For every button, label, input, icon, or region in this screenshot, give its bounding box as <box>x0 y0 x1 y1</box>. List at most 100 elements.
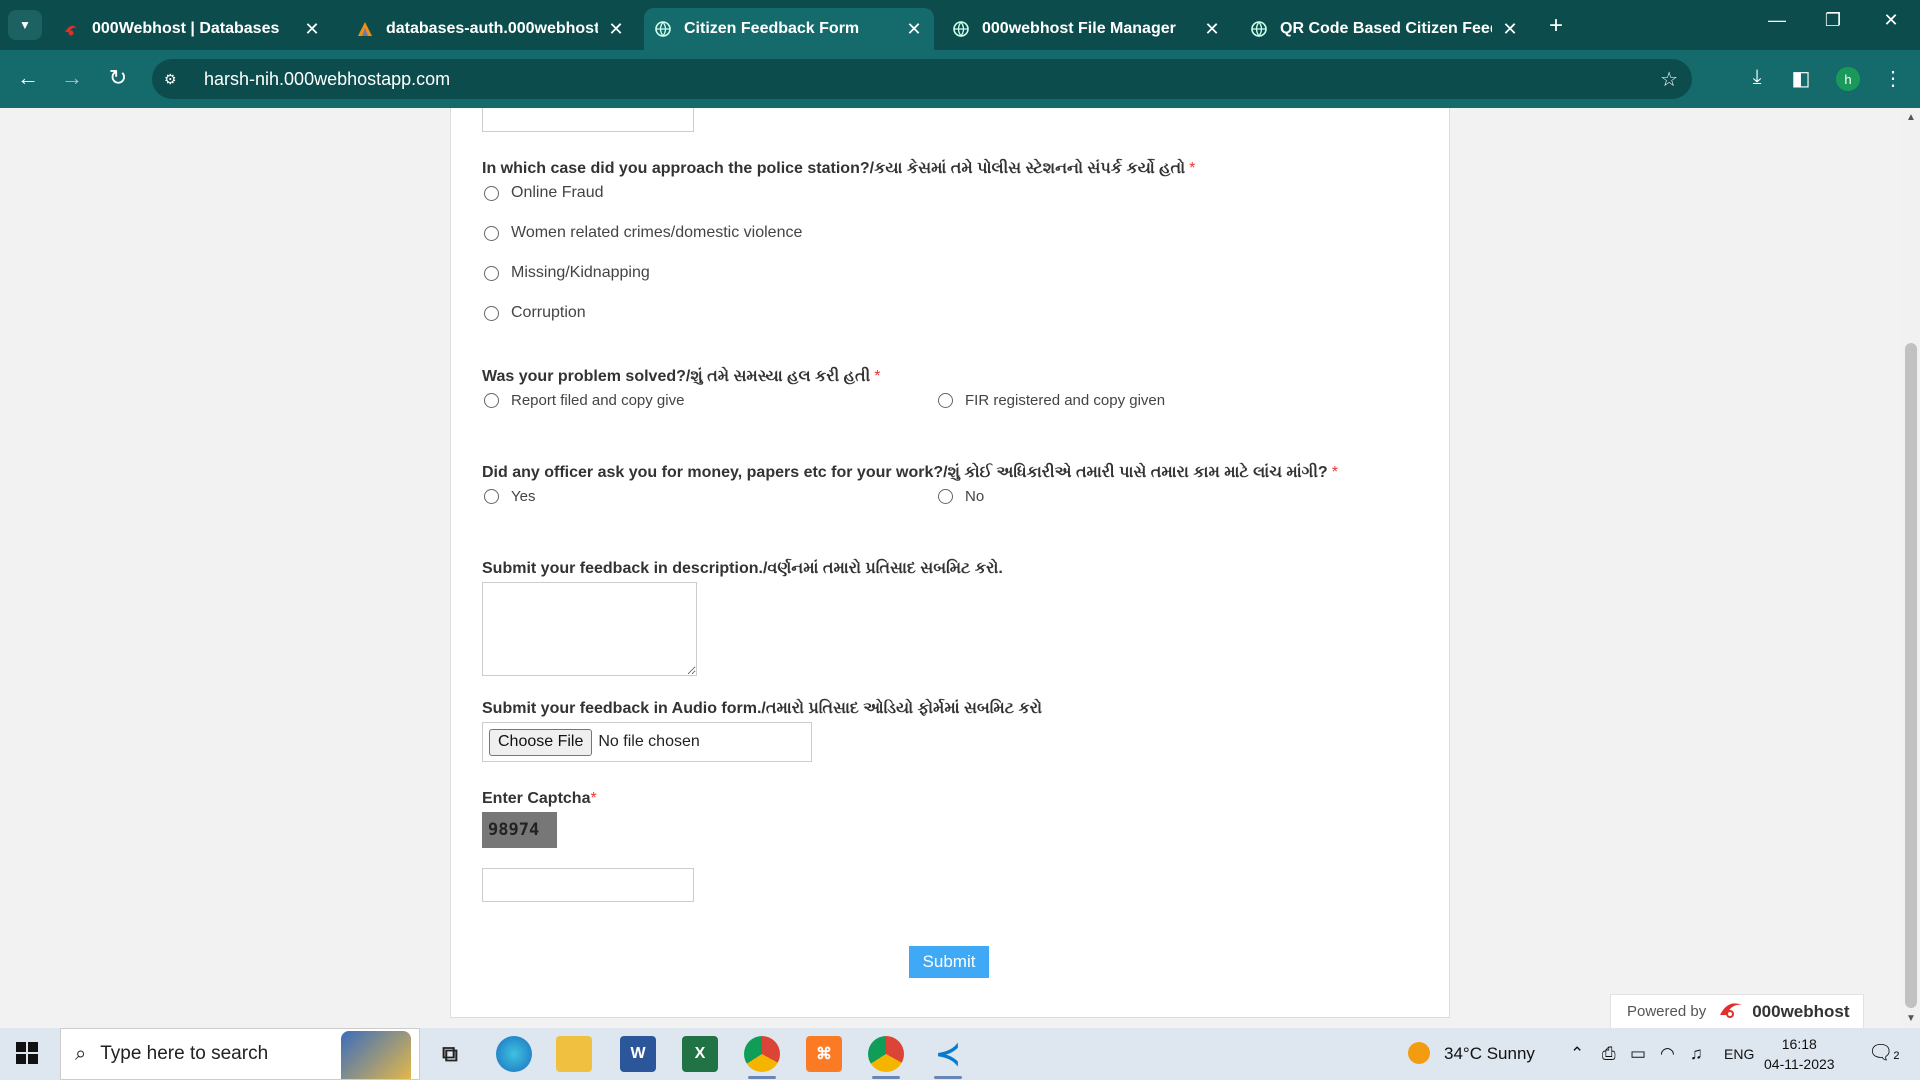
download-icon[interactable]: ⤓ <box>1744 66 1770 89</box>
audio-file-input[interactable]: Choose File No file chosen <box>482 722 812 762</box>
notification-count: 2 <box>1893 1050 1900 1062</box>
radio-circle[interactable] <box>484 225 499 241</box>
radio-report-filed[interactable]: Report filed and copy give <box>484 392 684 409</box>
radio-circle[interactable] <box>938 489 953 504</box>
tab-file-manager[interactable]: 000webhost File Manager ✕ <box>942 8 1232 50</box>
chevron-up-icon[interactable]: ⌃ <box>1570 1044 1584 1064</box>
scroll-thumb[interactable] <box>1905 343 1917 1008</box>
weather-sun-icon[interactable] <box>1408 1042 1430 1064</box>
page-scrollbar[interactable]: ▲ ▼ <box>1902 108 1920 1028</box>
captcha-label: Enter Captcha* <box>482 790 597 808</box>
weather-text[interactable]: 34°C Sunny <box>1444 1044 1535 1064</box>
required-mark: * <box>590 790 597 807</box>
wifi-icon[interactable]: ◠ <box>1660 1044 1675 1064</box>
radio-missing[interactable]: Missing/Kidnapping <box>484 264 650 282</box>
submit-button[interactable]: Submit <box>909 946 989 978</box>
option-label: Missing/Kidnapping <box>511 264 650 281</box>
avatar[interactable]: h <box>1836 67 1860 91</box>
tab-citizen-feedback[interactable]: Citizen Feedback Form ✕ <box>644 8 934 50</box>
vscode-icon[interactable]: ≺ <box>930 1036 966 1079</box>
search-icon: ⌕ <box>75 1042 87 1065</box>
radio-circle[interactable] <box>484 305 499 321</box>
new-tab-button[interactable]: + <box>1544 12 1568 40</box>
forward-icon[interactable]: → <box>58 65 86 91</box>
radio-circle[interactable] <box>484 489 499 504</box>
choose-file-button[interactable]: Choose File <box>489 728 593 756</box>
xampp-icon[interactable]: ⌘ <box>806 1036 842 1072</box>
question-label: Did any officer ask you for money, paper… <box>482 464 1328 481</box>
captcha-image: 98974 <box>482 812 557 848</box>
search-highlight-icon <box>341 1031 411 1079</box>
chrome-icon[interactable] <box>744 1036 780 1079</box>
question-label: Submit your feedback in description./વર્… <box>482 560 1003 577</box>
tab-databases[interactable]: 000Webhost | Databases ✕ <box>52 8 332 50</box>
volume-icon[interactable]: ♫ <box>1690 1044 1703 1064</box>
question-bribe: Did any officer ask you for money, paper… <box>482 464 1338 482</box>
clock[interactable]: 16:18 04-11-2023 <box>1764 1034 1835 1074</box>
address-bar[interactable]: ⚙ harsh-nih.000webhostapp.com ☆ <box>152 59 1692 99</box>
edge-icon[interactable] <box>496 1036 532 1072</box>
radio-circle[interactable] <box>484 393 499 408</box>
tab-search-button[interactable]: ▼ <box>8 10 42 40</box>
webhost-logo-icon <box>1716 999 1746 1024</box>
file-explorer-icon[interactable] <box>556 1036 592 1072</box>
feedback-textarea[interactable] <box>482 582 697 676</box>
bookmark-star-icon[interactable]: ☆ <box>1660 67 1678 92</box>
site-info-icon[interactable]: ⚙ <box>164 71 184 88</box>
question-audio: Submit your feedback in Audio form./તમાર… <box>482 700 1042 718</box>
tab-title: QR Code Based Citizen Feedba <box>1280 20 1492 37</box>
powered-by-text: Powered by <box>1627 1003 1707 1020</box>
excel-icon[interactable]: X <box>682 1036 718 1072</box>
notifications-icon[interactable]: 🗨2 <box>1868 1040 1900 1065</box>
question-label: Enter Captcha <box>482 790 591 807</box>
option-label: Online Fraud <box>511 184 604 201</box>
radio-circle[interactable] <box>484 265 499 281</box>
clock-date: 04-11-2023 <box>1764 1056 1835 1072</box>
radio-no[interactable]: No <box>938 488 984 505</box>
option-label: FIR registered and copy given <box>965 392 1166 409</box>
globe-icon <box>1250 20 1268 38</box>
language-indicator[interactable]: ENG <box>1724 1046 1754 1062</box>
close-window-icon[interactable]: ✕ <box>1876 10 1906 31</box>
close-icon[interactable]: ✕ <box>1500 19 1520 40</box>
radio-women-crimes[interactable]: Women related crimes/domestic violence <box>484 224 802 242</box>
globe-icon <box>654 20 672 38</box>
windows-start-icon[interactable] <box>16 1042 38 1064</box>
option-label: Yes <box>511 488 536 505</box>
close-icon[interactable]: ✕ <box>302 19 322 40</box>
tab-databases-auth[interactable]: databases-auth.000webhost.co ✕ <box>346 8 636 50</box>
radio-circle[interactable] <box>938 393 953 408</box>
radio-corruption[interactable]: Corruption <box>484 304 586 322</box>
taskbar-search[interactable]: ⌕ Type here to search <box>60 1028 420 1080</box>
minimize-icon[interactable]: — <box>1762 10 1792 31</box>
browser-toolbar: ← → ↻ ⚙ harsh-nih.000webhostapp.com ☆ ⤓ … <box>0 50 1920 108</box>
search-placeholder: Type here to search <box>100 1043 269 1064</box>
radio-online-fraud[interactable]: Online Fraud <box>484 184 604 202</box>
restore-icon[interactable]: ❐ <box>1818 10 1848 31</box>
back-icon[interactable]: ← <box>14 65 42 91</box>
required-mark: * <box>1331 464 1338 481</box>
radio-fir-registered[interactable]: FIR registered and copy given <box>938 392 1165 409</box>
task-view-icon[interactable]: ⧉ <box>432 1036 468 1072</box>
scroll-up-icon[interactable]: ▲ <box>1906 112 1916 123</box>
radio-yes[interactable]: Yes <box>484 488 535 505</box>
word-icon[interactable]: W <box>620 1036 656 1072</box>
close-icon[interactable]: ✕ <box>904 19 924 40</box>
device-icon[interactable]: ⎙ <box>1602 1044 1616 1064</box>
radio-circle[interactable] <box>484 185 499 201</box>
scroll-down-icon[interactable]: ▼ <box>1906 1013 1916 1024</box>
tab-title: 000Webhost | Databases <box>92 20 280 37</box>
page-viewport: In which case did you approach the polic… <box>0 108 1920 1028</box>
powered-by-badge[interactable]: Powered by 000webhost <box>1610 994 1864 1028</box>
battery-icon[interactable]: ▭ <box>1630 1044 1646 1064</box>
url-text[interactable]: harsh-nih.000webhostapp.com <box>204 69 450 90</box>
close-icon[interactable]: ✕ <box>1202 19 1222 40</box>
close-icon[interactable]: ✕ <box>606 19 626 40</box>
previous-text-input[interactable] <box>482 108 694 132</box>
chrome-profile-icon[interactable] <box>868 1036 904 1079</box>
tab-qr-code[interactable]: QR Code Based Citizen Feedba ✕ <box>1240 8 1530 50</box>
menu-icon[interactable]: ⋮ <box>1880 66 1906 91</box>
captcha-input[interactable] <box>482 868 694 902</box>
reload-icon[interactable]: ↻ <box>104 65 132 91</box>
side-panel-icon[interactable]: ◧ <box>1788 66 1814 91</box>
